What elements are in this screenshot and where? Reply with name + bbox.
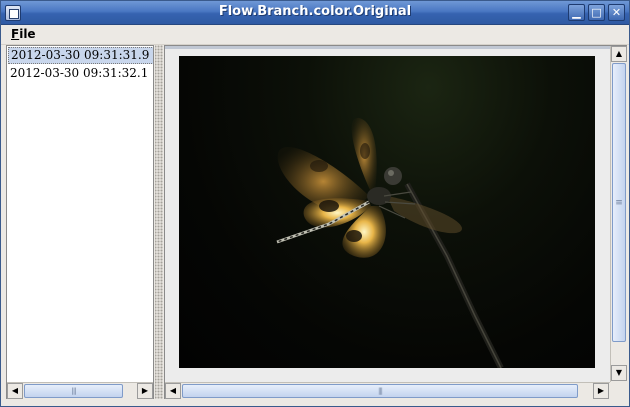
scroll-right-button[interactable]: ▶ <box>137 383 153 399</box>
vertical-scroll-thumb[interactable] <box>612 63 626 342</box>
scroll-thumb[interactable] <box>24 384 123 398</box>
window-title: Flow.Branch.color.Original <box>218 4 412 19</box>
close-button[interactable]: ✕ <box>608 4 625 21</box>
image-viewport <box>165 46 610 382</box>
scroll-down-button[interactable]: ▼ <box>611 365 627 381</box>
maximize-button[interactable]: □ <box>588 4 605 21</box>
scroll-up-button[interactable]: ▲ <box>611 46 627 62</box>
scroll-left-button[interactable]: ◀ <box>165 383 181 399</box>
timestamp-list-pane: 2012-03-30 09:31:31.9 2012-03-30 09:31:3… <box>6 45 154 399</box>
list-item[interactable]: 2012-03-30 09:31:31.9 <box>8 47 153 64</box>
menu-file-label: ile <box>19 27 36 41</box>
menu-file[interactable]: File <box>11 27 36 41</box>
timestamp-list[interactable]: 2012-03-30 09:31:31.9 2012-03-30 09:31:3… <box>7 46 153 382</box>
list-item[interactable]: 2012-03-30 09:31:32.1 <box>8 65 153 82</box>
dragonfly-image <box>179 56 595 368</box>
split-divider[interactable] <box>155 45 163 399</box>
image-horizontal-scrollbar[interactable]: ◀ ▶ <box>165 382 610 399</box>
scroll-right-button[interactable]: ▶ <box>593 383 609 399</box>
app-window: Flow.Branch.color.Original ▁ □ ✕ File 20… <box>0 0 630 407</box>
image-vertical-scrollbar[interactable]: ▲ ▼ <box>610 46 627 382</box>
title-bar[interactable]: Flow.Branch.color.Original ▁ □ ✕ <box>1 1 629 25</box>
list-horizontal-scrollbar[interactable]: ◀ ▶ <box>7 382 153 399</box>
scroll-thumb[interactable] <box>182 384 578 398</box>
dragonfly-illustration <box>276 117 504 368</box>
head-shape <box>384 167 402 185</box>
scroll-left-button[interactable]: ◀ <box>7 383 23 399</box>
image-view-pane: ▲ ▼ ◀ ▶ <box>164 45 627 399</box>
scrollbar-corner <box>610 382 627 399</box>
minimize-button[interactable]: ▁ <box>568 4 585 21</box>
menu-bar: File <box>1 25 629 45</box>
menu-file-mnemonic: F <box>11 27 20 41</box>
